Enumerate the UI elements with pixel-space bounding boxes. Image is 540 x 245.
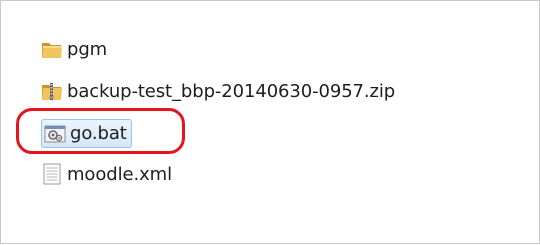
zip-folder-icon <box>40 79 64 103</box>
explorer-file-pane: pgm backup-test_bbp-20140630-0957.zip go… <box>0 0 540 244</box>
batch-file-icon <box>43 122 67 146</box>
file-list: pgm backup-test_bbp-20140630-0957.zip go… <box>1 1 540 245</box>
file-item-pgm[interactable]: pgm <box>40 36 107 62</box>
file-name: pgm <box>67 38 108 60</box>
file-item-backup-zip[interactable]: backup-test_bbp-20140630-0957.zip <box>40 78 395 104</box>
text-file-icon <box>40 162 64 186</box>
file-name: backup-test_bbp-20140630-0957.zip <box>67 80 396 102</box>
file-name: go.bat <box>70 123 127 144</box>
file-name: moodle.xml <box>67 163 172 185</box>
folder-icon <box>40 37 64 61</box>
file-item-moodle-xml[interactable]: moodle.xml <box>40 161 172 187</box>
file-item-go-bat[interactable]: go.bat <box>41 119 132 148</box>
